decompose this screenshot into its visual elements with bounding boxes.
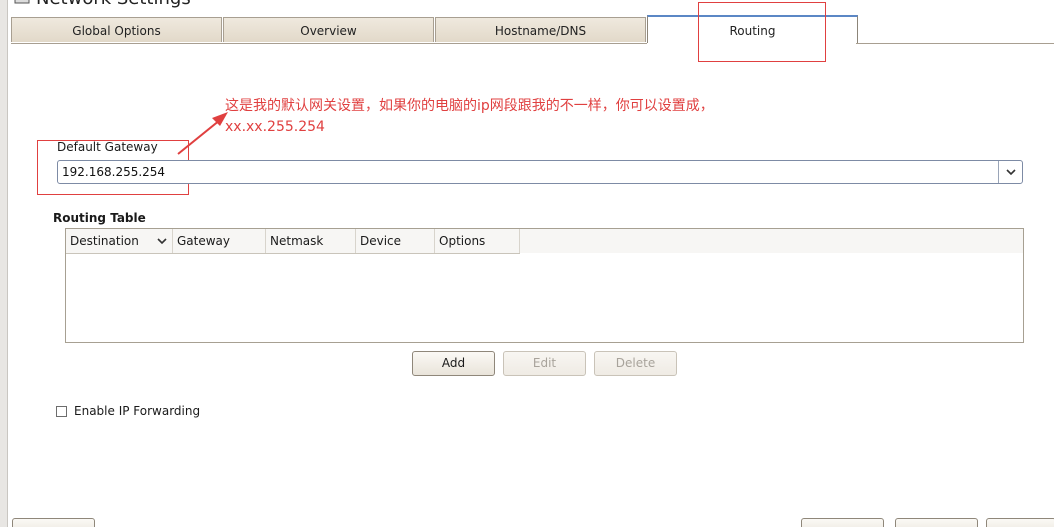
tab-baseline — [11, 43, 1054, 44]
column-header-netmask[interactable]: Netmask — [266, 229, 356, 253]
column-label: Device — [360, 234, 402, 248]
annotation-arrow-icon — [177, 112, 228, 155]
column-header-gateway[interactable]: Gateway — [173, 229, 266, 253]
back-button-partial[interactable] — [895, 518, 978, 527]
chevron-down-icon — [1005, 169, 1016, 176]
column-label: Options — [439, 234, 486, 248]
default-gateway-input[interactable] — [58, 161, 998, 183]
column-label: Netmask — [270, 234, 324, 248]
ok-button-partial[interactable] — [986, 518, 1054, 527]
default-gateway-label: Default Gateway — [57, 140, 158, 154]
tab-bar: Global Options Overview Hostname/DNS Rou… — [11, 15, 1054, 44]
edit-route-button[interactable]: Edit — [503, 351, 586, 376]
add-route-button[interactable]: Add — [412, 351, 495, 376]
cancel-button-partial[interactable] — [801, 518, 884, 527]
column-header-device[interactable]: Device — [356, 229, 435, 253]
tab-label: Global Options — [72, 24, 161, 38]
annotation-text: 这是我的默认网关设置，如果你的电脑的ip网段跟我的不一样，你可以设置成，xx.x… — [225, 98, 714, 135]
tab-label: Routing — [729, 24, 776, 38]
ip-forwarding-checkbox[interactable] — [56, 405, 67, 417]
help-button-partial[interactable] — [12, 518, 95, 527]
window-title-bar: Network Settings — [14, 0, 191, 9]
tab-overview[interactable]: Overview — [223, 17, 434, 42]
table-header: Destination Gateway Netmask Device Optio… — [66, 229, 520, 254]
window-title: Network Settings — [36, 0, 191, 9]
column-header-options[interactable]: Options — [435, 229, 520, 253]
tab-global-options[interactable]: Global Options — [11, 17, 222, 42]
column-label: Destination — [70, 234, 139, 248]
routing-table[interactable]: Destination Gateway Netmask Device Optio… — [65, 228, 1024, 343]
network-settings-icon — [14, 0, 30, 4]
tab-routing[interactable]: Routing — [647, 15, 858, 44]
sort-chevron-down-icon — [157, 238, 167, 245]
delete-route-button[interactable]: Delete — [594, 351, 677, 376]
network-settings-window: Network Settings Global Options Overview… — [0, 0, 1054, 527]
default-gateway-combobox[interactable] — [57, 160, 1023, 184]
tab-label: Overview — [300, 24, 357, 38]
tab-hostname-dns[interactable]: Hostname/DNS — [435, 17, 646, 42]
ip-forwarding-option[interactable]: Enable IP Forwarding — [56, 404, 200, 418]
column-header-destination[interactable]: Destination — [66, 229, 173, 253]
gateway-dropdown-button[interactable] — [998, 161, 1022, 183]
routing-table-title: Routing Table — [53, 211, 146, 225]
ip-forwarding-label: Enable IP Forwarding — [74, 404, 201, 418]
tab-label: Hostname/DNS — [494, 24, 587, 38]
window-left-border — [0, 0, 8, 527]
column-label: Gateway — [177, 234, 231, 248]
